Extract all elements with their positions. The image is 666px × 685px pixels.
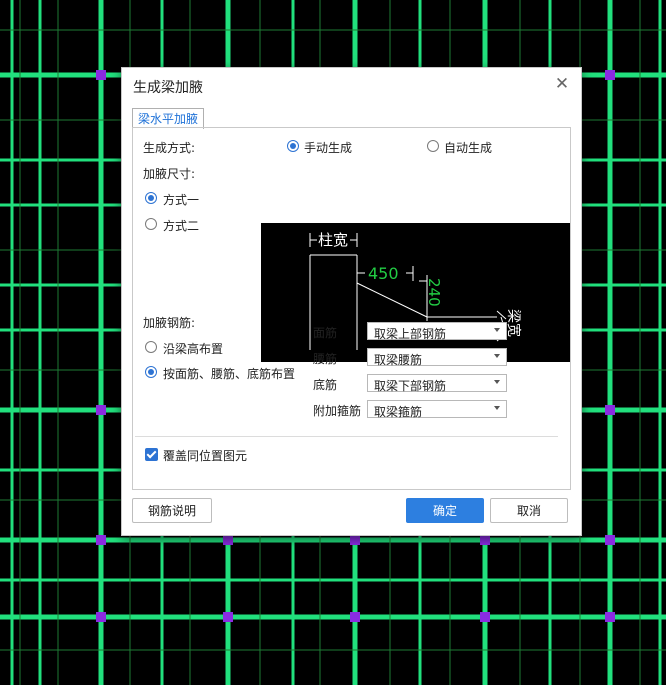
gen-mode-label: 生成方式:: [143, 141, 196, 155]
cad-column: [96, 405, 106, 415]
cad-column: [96, 535, 106, 545]
overwrite-checkbox[interactable]: [145, 448, 158, 461]
radio-manual-label[interactable]: 手动生成: [304, 139, 352, 156]
chevron-down-icon: [494, 354, 500, 358]
cad-column: [96, 70, 106, 80]
bottom-bar-select-value: 取梁下部钢筋: [374, 379, 447, 393]
diagram-dim-240: 240: [425, 278, 443, 307]
cad-column: [605, 405, 615, 415]
ok-button[interactable]: 确定: [406, 498, 484, 523]
cad-column: [605, 70, 615, 80]
diagram-dim-450: 450: [368, 264, 399, 283]
radio-size-opt2-label[interactable]: 方式二: [163, 217, 199, 234]
diagram-col-width: 柱宽: [318, 231, 348, 249]
radio-size-opt1[interactable]: [145, 192, 157, 204]
row-stirrup-label: 附加箍筋: [313, 404, 362, 418]
overwrite-checkbox-label[interactable]: 覆盖同位置图元: [163, 447, 247, 464]
stirrup-select-value: 取梁箍筋: [374, 405, 423, 419]
cad-column: [480, 535, 490, 545]
rebar-label: 加腋钢筋:: [143, 316, 196, 330]
cad-column: [350, 535, 360, 545]
cad-column: [605, 612, 615, 622]
stirrup-select[interactable]: 取梁箍筋: [367, 400, 507, 419]
row-bottom-bar-label: 底筋: [313, 378, 338, 392]
radio-size-opt1-label[interactable]: 方式一: [163, 191, 199, 208]
cad-column: [223, 535, 233, 545]
diagram-beam-width: 梁宽: [505, 309, 522, 337]
chevron-down-icon: [494, 328, 500, 332]
chevron-down-icon: [494, 380, 500, 384]
row-top-bar-label: 面筋: [313, 326, 338, 340]
radio-rebar-opt2[interactable]: [145, 366, 157, 378]
cancel-button[interactable]: 取消: [490, 498, 568, 523]
bottom-bar-select[interactable]: 取梁下部钢筋: [367, 374, 507, 393]
cad-column: [223, 612, 233, 622]
divider: [135, 436, 558, 437]
waist-bar-select[interactable]: 取梁腰筋: [367, 348, 507, 367]
radio-auto-label[interactable]: 自动生成: [444, 139, 492, 156]
radio-auto[interactable]: [427, 140, 439, 152]
radio-rebar-opt1-label[interactable]: 沿梁高布置: [163, 340, 223, 357]
tab-panel: 生成方式: 手动生成 自动生成 加腋尺寸: 方式一 方式二 柱宽 450 240…: [132, 127, 571, 490]
close-icon[interactable]: ✕: [552, 74, 572, 94]
cad-column: [605, 535, 615, 545]
cad-column: [350, 612, 360, 622]
row-waist-bar-label: 腰筋: [313, 352, 338, 366]
waist-bar-select-value: 取梁腰筋: [374, 353, 423, 367]
beam-haunch-dialog: 生成梁加腋 ✕ 梁水平加腋 生成方式: 手动生成 自动生成 加腋尺寸: 方式一 …: [121, 67, 582, 536]
top-bar-select-value: 取梁上部钢筋: [374, 327, 447, 341]
radio-size-opt2[interactable]: [145, 218, 157, 230]
radio-rebar-opt2-label[interactable]: 按面筋、腰筋、底筋布置: [163, 365, 295, 382]
dialog-title: 生成梁加腋: [133, 80, 203, 96]
rebar-help-button[interactable]: 钢筋说明: [132, 498, 212, 523]
size-label: 加腋尺寸:: [143, 167, 196, 181]
cad-column: [96, 612, 106, 622]
chevron-down-icon: [494, 406, 500, 410]
tab-beam-horizontal-haunch[interactable]: 梁水平加腋: [132, 108, 205, 129]
cad-column: [480, 612, 490, 622]
radio-manual[interactable]: [287, 140, 299, 152]
radio-rebar-opt1[interactable]: [145, 341, 157, 353]
top-bar-select[interactable]: 取梁上部钢筋: [367, 322, 507, 341]
